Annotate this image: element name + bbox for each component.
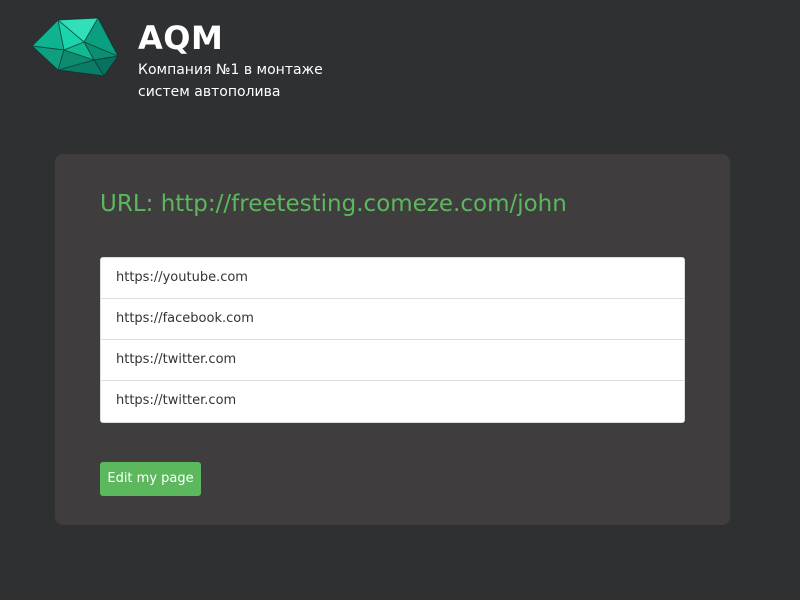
profile-panel: URL: http://freetesting.comeze.com/john … [55,154,730,525]
link-item[interactable]: https://twitter.com [101,340,684,381]
link-item[interactable]: https://facebook.com [101,299,684,340]
gem-logo-icon [31,17,119,77]
brand-tagline: Компания №1 в монтаже систем автополива [138,62,323,100]
link-item[interactable]: https://youtube.com [101,258,684,299]
edit-page-button[interactable]: Edit my page [100,462,201,496]
brand-name: AQM [138,19,224,57]
link-list: https://youtube.com https://facebook.com… [100,257,685,423]
link-item[interactable]: https://twitter.com [101,381,684,422]
site-header: AQM Компания №1 в монтаже систем автопол… [0,0,800,120]
page-url-title: URL: http://freetesting.comeze.com/john [100,191,567,217]
